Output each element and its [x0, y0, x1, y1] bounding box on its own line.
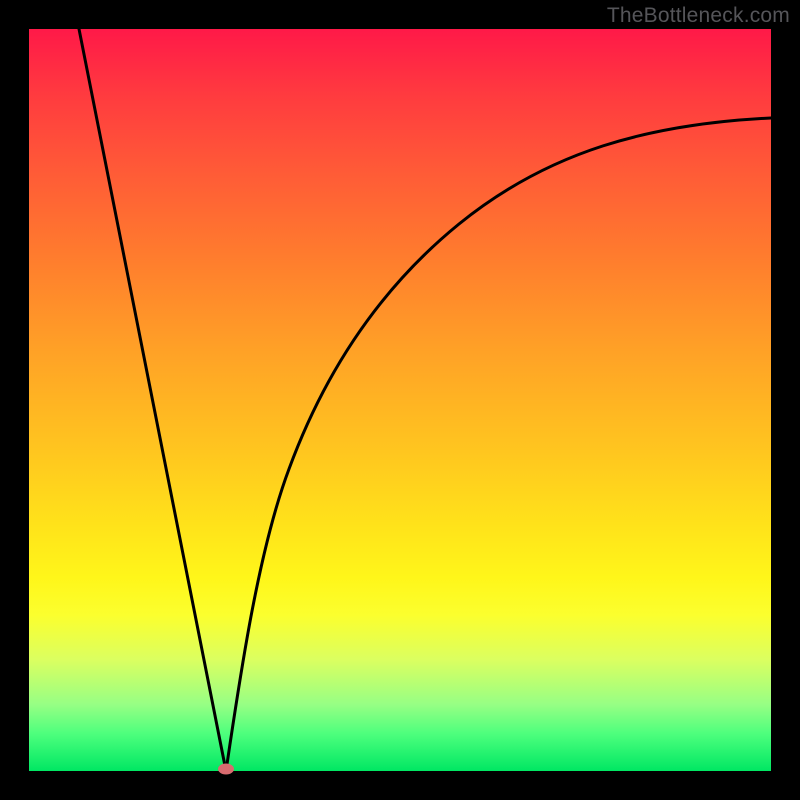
curve-right [226, 118, 771, 771]
plot-area [29, 29, 771, 771]
curve-layer [29, 29, 771, 771]
chart-frame: TheBottleneck.com [0, 0, 800, 800]
watermark-text: TheBottleneck.com [607, 4, 790, 28]
notch-marker [218, 764, 234, 775]
curve-left [79, 29, 226, 771]
